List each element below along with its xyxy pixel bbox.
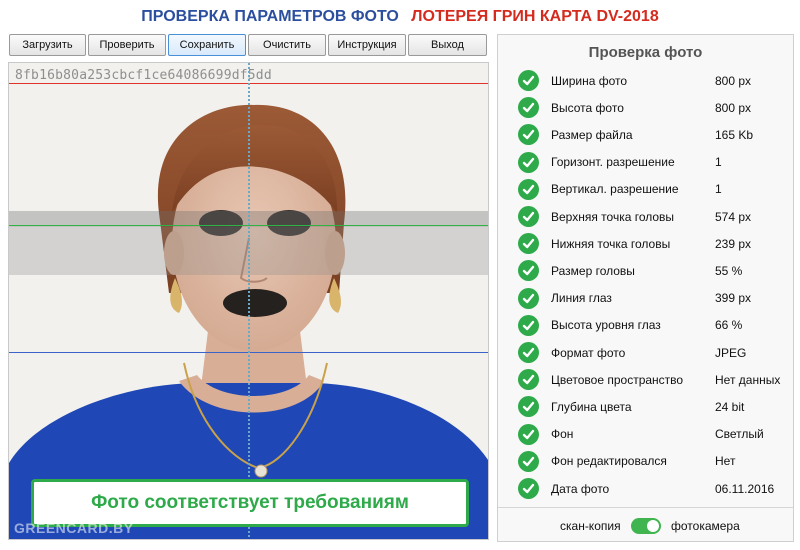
check-row: Высота уровня глаз 66 %: [498, 312, 793, 339]
check-value: 66 %: [715, 318, 743, 333]
check-icon: [518, 233, 539, 255]
check-button[interactable]: Проверить: [88, 34, 166, 56]
check-label: Нижняя точка головы: [551, 236, 671, 251]
check-icon: [518, 151, 539, 173]
watermark: GREENCARD.BY: [14, 520, 134, 536]
check-icon: [518, 97, 539, 119]
toolbar: Загрузить Проверить Сохранить Очистить И…: [9, 34, 489, 56]
check-value: 800 px: [715, 73, 752, 88]
check-row: Высота фото 800 px: [498, 94, 793, 121]
check-label: Глубина цвета: [551, 399, 632, 414]
check-label: Линия глаз: [551, 291, 612, 306]
check-value: Светлый: [715, 427, 764, 442]
check-value: Нет: [715, 454, 736, 469]
check-row: Глубина цвета 24 bit: [498, 393, 793, 420]
check-row: Вертикал. разрешение 1: [498, 176, 793, 203]
check-value: 165 Kb: [715, 127, 754, 142]
check-icon: [518, 450, 539, 472]
check-icon: [518, 423, 539, 445]
check-icon: [518, 369, 539, 391]
check-value: 399 px: [715, 291, 752, 306]
check-label: Фон редактировался: [551, 454, 667, 469]
check-icon: [518, 70, 539, 91]
check-row: Нижняя точка головы 239 px: [498, 230, 793, 257]
photo-hash: 8fb16b80a253cbcf1ce64086699df5dd: [15, 68, 272, 83]
center-line: [248, 63, 250, 539]
check-value: 55 %: [715, 263, 743, 278]
check-icon: [518, 342, 539, 363]
check-label: Размер файла: [551, 127, 633, 142]
check-value: 06.11.2016: [715, 481, 775, 496]
check-label: Высота фото: [551, 100, 624, 115]
save-button[interactable]: Сохранить: [168, 34, 246, 56]
check-row: Дата фото 06.11.2016: [498, 475, 793, 502]
toggle-label-camera: фотокамера: [671, 519, 740, 533]
check-icon: [518, 260, 539, 282]
check-label: Вертикал. разрешение: [551, 182, 679, 197]
check-label: Размер головы: [551, 263, 635, 278]
check-value: 800 px: [715, 100, 752, 115]
check-label: Ширина фото: [551, 73, 628, 88]
check-value: 1: [715, 182, 722, 197]
check-icon: [518, 178, 539, 200]
check-label: Дата фото: [551, 481, 610, 496]
check-icon: [518, 287, 539, 309]
check-label: Горизонт. разрешение: [551, 155, 675, 170]
panel-divider: [498, 507, 793, 508]
check-icon: [518, 206, 539, 227]
app-header: ПРОВЕРКА ПАРАМЕТРОВ ФОТО ЛОТЕРЕЯ ГРИН КА…: [0, 0, 800, 34]
check-row: Ширина фото 800 px: [498, 67, 793, 94]
header-title-left: ПРОВЕРКА ПАРАМЕТРОВ ФОТО: [141, 8, 399, 25]
check-row: Фон редактировался Нет: [498, 448, 793, 475]
check-row: Размер головы 55 %: [498, 257, 793, 284]
check-row: Верхняя точка головы 574 px: [498, 203, 793, 230]
photo-preview: 8fb16b80a253cbcf1ce64086699df5dd Фото со…: [8, 62, 489, 540]
instructions-button[interactable]: Инструкция: [328, 34, 406, 56]
check-value: 24 bit: [715, 399, 745, 414]
header-title-right: ЛОТЕРЕЯ ГРИН КАРТА DV-2018: [411, 8, 659, 25]
check-label: Фон: [551, 427, 574, 442]
check-row: Размер файла 165 Kb: [498, 121, 793, 148]
check-row: Горизонт. разрешение 1: [498, 149, 793, 176]
check-label: Формат фото: [551, 345, 626, 360]
exit-button[interactable]: Выход: [408, 34, 487, 56]
check-row: Цветовое пространство Нет данных: [498, 366, 793, 393]
panel-title: Проверка фото: [588, 44, 703, 61]
load-button[interactable]: Загрузить: [9, 34, 86, 56]
toggle-knob: [647, 520, 659, 532]
check-value: Нет данных: [715, 372, 781, 387]
check-panel: Проверка фото Ширина фото 800 px Высота фо…: [497, 34, 794, 542]
check-row: Фон Светлый: [498, 421, 793, 448]
check-value: 574 px: [715, 209, 752, 224]
source-toggle-switch[interactable]: [631, 518, 661, 534]
clear-button[interactable]: Очистить: [248, 34, 326, 56]
check-icon: [518, 396, 539, 418]
check-label: Цветовое пространство: [551, 372, 684, 387]
check-row: Линия глаз 399 px: [498, 285, 793, 312]
source-toggle-row: скан-копия фотокамера: [498, 515, 793, 537]
check-label: Высота уровня глаз: [551, 318, 661, 333]
check-icon: [518, 314, 539, 336]
check-label: Верхняя точка головы: [551, 209, 675, 224]
check-value: JPEG: [715, 345, 747, 360]
check-icon: [518, 124, 539, 146]
check-value: 239 px: [715, 236, 752, 251]
check-icon: [518, 478, 539, 499]
toggle-label-scan: скан-копия: [560, 519, 621, 533]
check-value: 1: [715, 155, 722, 170]
check-row: Формат фото JPEG: [498, 339, 793, 366]
